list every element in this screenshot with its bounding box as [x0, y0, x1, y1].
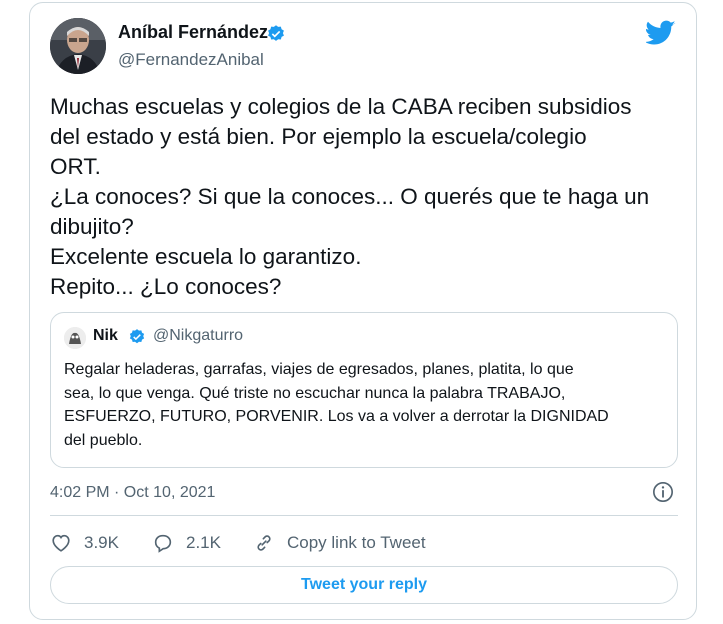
- heart-icon: [52, 534, 70, 552]
- actions-divider: [50, 515, 678, 516]
- like-button[interactable]: 3.9K: [50, 532, 119, 554]
- twitter-bird-icon[interactable]: [646, 20, 676, 46]
- link-icon: [257, 535, 271, 551]
- tweet-text: Muchas escuelas y colegios de la CABA re…: [50, 94, 650, 299]
- copy-link-button[interactable]: Copy link to Tweet: [253, 532, 426, 554]
- verified-badge-icon: [268, 25, 284, 41]
- reply-bubble-icon: [154, 534, 172, 553]
- quoted-author-avatar: [64, 327, 86, 349]
- author-display-name[interactable]: Aníbal Fernández: [118, 22, 268, 43]
- info-icon[interactable]: [652, 481, 674, 503]
- author-handle[interactable]: @FernandezAnibal: [118, 50, 264, 70]
- like-count: 3.9K: [84, 533, 119, 552]
- reply-count: 2.1K: [186, 533, 221, 552]
- quoted-author-handle: @Nikgaturro: [153, 327, 244, 344]
- reply-button[interactable]: 2.1K: [152, 532, 221, 554]
- copy-link-label: Copy link to Tweet: [287, 533, 426, 552]
- quoted-tweet-text: Regalar heladeras, garrafas, viajes de e…: [64, 361, 609, 449]
- quoted-verified-badge-icon: [129, 329, 145, 344]
- tweet-timestamp[interactable]: 4:02 PM · Oct 10, 2021: [50, 484, 215, 502]
- author-avatar[interactable]: [50, 18, 106, 74]
- quoted-author-name: Nik: [93, 327, 118, 344]
- tweet-your-reply-button[interactable]: Tweet your reply: [50, 566, 678, 604]
